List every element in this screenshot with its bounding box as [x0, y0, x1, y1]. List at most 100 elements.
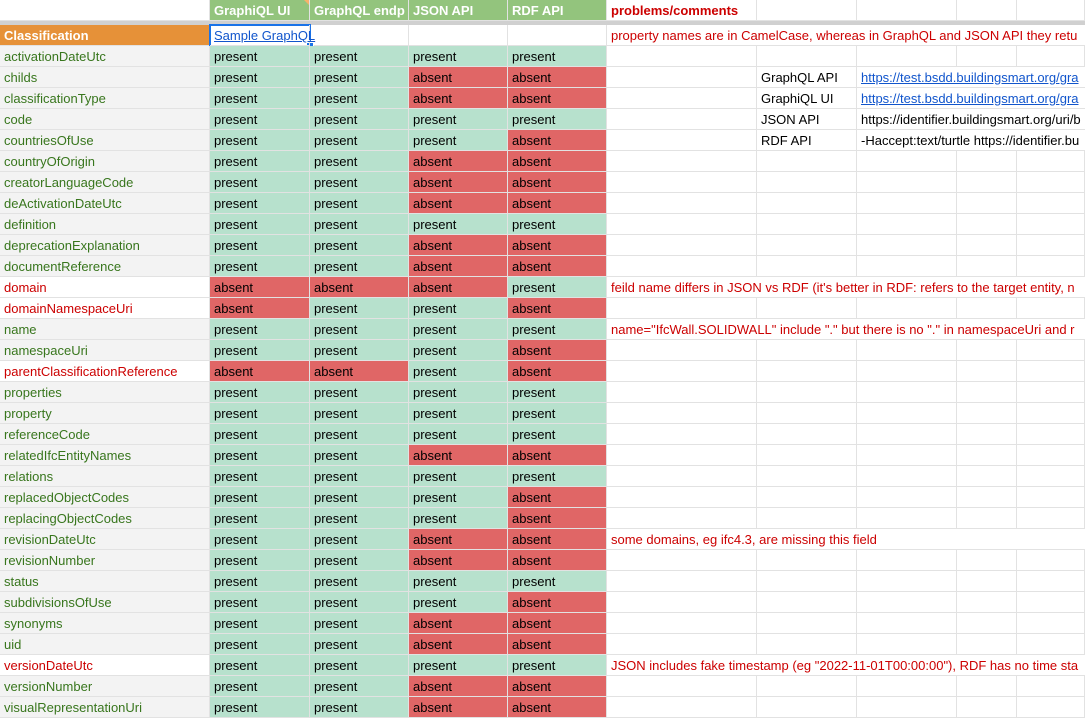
field-name-cell[interactable]: childs	[0, 67, 210, 88]
empty-cell[interactable]	[607, 424, 757, 445]
empty-cell[interactable]	[957, 382, 1017, 403]
status-cell[interactable]: present	[210, 592, 310, 613]
empty-cell[interactable]	[957, 466, 1017, 487]
empty-cell[interactable]	[757, 697, 857, 718]
field-name-cell[interactable]: versionDateUtc	[0, 655, 210, 676]
empty-cell[interactable]	[1017, 403, 1085, 424]
empty-cell[interactable]	[857, 613, 957, 634]
empty-cell[interactable]	[857, 550, 957, 571]
field-name-cell[interactable]: name	[0, 319, 210, 340]
field-name-cell[interactable]: visualRepresentationUri	[0, 697, 210, 718]
status-cell[interactable]: present	[310, 298, 409, 319]
api-label-cell[interactable]: GraphQL API	[757, 67, 857, 88]
empty-cell[interactable]	[857, 403, 957, 424]
empty-cell[interactable]	[607, 445, 757, 466]
field-name-cell[interactable]: replacedObjectCodes	[0, 487, 210, 508]
status-cell[interactable]: present	[310, 613, 409, 634]
empty-cell[interactable]	[857, 361, 957, 382]
empty-cell[interactable]	[607, 634, 757, 655]
api-label-cell[interactable]: RDF API	[757, 130, 857, 151]
field-name-cell[interactable]: domain	[0, 277, 210, 298]
empty-cell[interactable]	[508, 25, 607, 46]
status-cell[interactable]: present	[210, 193, 310, 214]
status-cell[interactable]: present	[310, 676, 409, 697]
status-cell[interactable]: present	[310, 88, 409, 109]
status-cell[interactable]: present	[409, 340, 508, 361]
status-cell[interactable]: present	[310, 655, 409, 676]
field-name-cell[interactable]: domainNamespaceUri	[0, 298, 210, 319]
empty-cell[interactable]	[957, 214, 1017, 235]
empty-cell[interactable]	[857, 508, 957, 529]
empty-cell[interactable]	[757, 445, 857, 466]
empty-cell[interactable]	[1017, 151, 1085, 172]
field-name-cell[interactable]: countriesOfUse	[0, 130, 210, 151]
empty-cell[interactable]	[607, 340, 757, 361]
empty-cell[interactable]	[607, 508, 757, 529]
status-cell[interactable]: present	[210, 697, 310, 718]
status-cell[interactable]: present	[409, 508, 508, 529]
status-cell[interactable]: absent	[508, 634, 607, 655]
empty-cell[interactable]	[857, 592, 957, 613]
empty-cell[interactable]	[607, 361, 757, 382]
status-cell[interactable]: present	[210, 529, 310, 550]
empty-cell[interactable]	[957, 193, 1017, 214]
empty-cell[interactable]	[957, 571, 1017, 592]
field-name-cell[interactable]: versionNumber	[0, 676, 210, 697]
status-cell[interactable]: absent	[210, 361, 310, 382]
status-cell[interactable]: absent	[409, 445, 508, 466]
empty-cell[interactable]	[607, 151, 757, 172]
empty-cell[interactable]	[857, 193, 957, 214]
status-cell[interactable]: present	[409, 46, 508, 67]
status-cell[interactable]: present	[508, 109, 607, 130]
empty-cell[interactable]	[1017, 214, 1085, 235]
empty-cell[interactable]	[957, 445, 1017, 466]
status-cell[interactable]: absent	[508, 445, 607, 466]
empty-cell[interactable]	[957, 235, 1017, 256]
status-cell[interactable]: absent	[409, 172, 508, 193]
field-name-cell[interactable]: definition	[0, 214, 210, 235]
status-cell[interactable]: present	[310, 193, 409, 214]
empty-cell[interactable]	[957, 403, 1017, 424]
status-cell[interactable]: present	[210, 109, 310, 130]
field-name-cell[interactable]: referenceCode	[0, 424, 210, 445]
status-cell[interactable]: present	[310, 109, 409, 130]
header-graphiql-ui[interactable]: GraphiQL UI	[210, 0, 310, 21]
status-cell[interactable]: present	[210, 403, 310, 424]
empty-cell[interactable]	[607, 571, 757, 592]
empty-cell[interactable]	[607, 256, 757, 277]
empty-cell[interactable]	[607, 592, 757, 613]
header-empty-cell[interactable]	[857, 0, 957, 21]
status-cell[interactable]: absent	[409, 88, 508, 109]
field-name-cell[interactable]: deActivationDateUtc	[0, 193, 210, 214]
status-cell[interactable]: present	[508, 403, 607, 424]
status-cell[interactable]: absent	[508, 151, 607, 172]
status-cell[interactable]: present	[409, 109, 508, 130]
empty-cell[interactable]	[957, 508, 1017, 529]
api-url-cell[interactable]: -Haccept:text/turtle https://identifier.…	[857, 130, 1085, 151]
api-url-cell[interactable]: https://test.bsdd.buildingsmart.org/gra	[857, 67, 1085, 88]
status-cell[interactable]: present	[409, 214, 508, 235]
empty-cell[interactable]	[957, 634, 1017, 655]
empty-cell[interactable]	[1017, 172, 1085, 193]
empty-cell[interactable]	[1017, 256, 1085, 277]
empty-cell[interactable]	[607, 550, 757, 571]
status-cell[interactable]: present	[210, 382, 310, 403]
status-cell[interactable]: absent	[508, 676, 607, 697]
header-empty-cell[interactable]	[757, 0, 857, 21]
empty-cell[interactable]	[1017, 298, 1085, 319]
empty-cell[interactable]	[607, 487, 757, 508]
empty-cell[interactable]	[957, 151, 1017, 172]
status-cell[interactable]: absent	[508, 550, 607, 571]
empty-cell[interactable]	[607, 214, 757, 235]
status-cell[interactable]: present	[508, 424, 607, 445]
status-cell[interactable]: absent	[508, 508, 607, 529]
status-cell[interactable]: absent	[409, 67, 508, 88]
empty-cell[interactable]	[857, 214, 957, 235]
status-cell[interactable]: absent	[409, 613, 508, 634]
empty-cell[interactable]	[757, 340, 857, 361]
empty-cell[interactable]	[857, 445, 957, 466]
status-cell[interactable]: present	[409, 382, 508, 403]
empty-cell[interactable]	[757, 235, 857, 256]
empty-cell[interactable]	[857, 256, 957, 277]
empty-cell[interactable]	[857, 697, 957, 718]
